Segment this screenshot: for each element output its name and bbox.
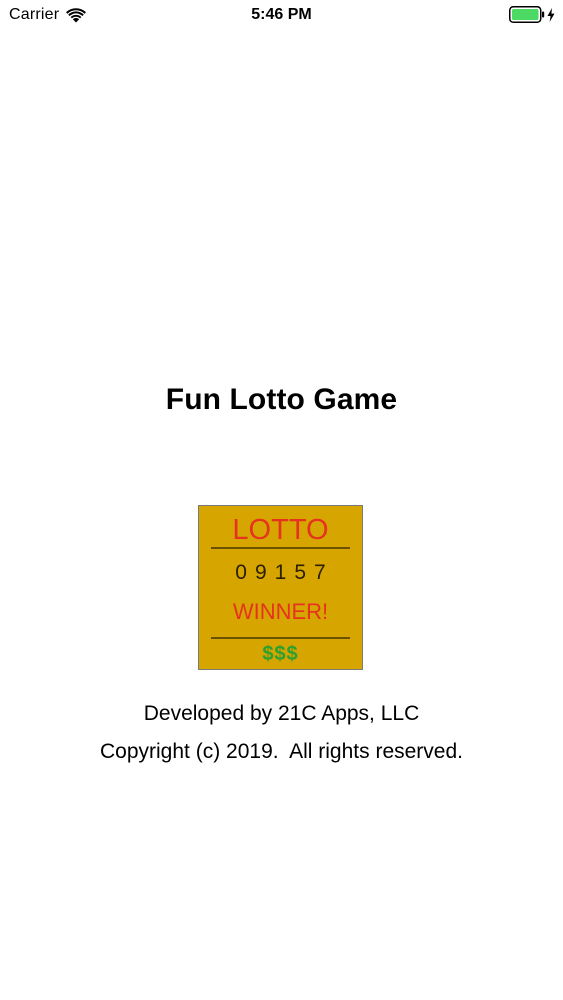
lotto-logo: LOTTO 09157 WINNER! $$$ [198, 505, 363, 670]
status-bar: Carrier 5:46 PM [0, 0, 563, 30]
logo-dollar-signs: $$$ [262, 643, 299, 665]
logo-divider-top [211, 547, 350, 549]
logo-lotto-numbers: 09157 [235, 561, 334, 584]
logo-lotto-text: LOTTO [232, 514, 329, 546]
charging-bolt-icon [547, 7, 555, 22]
logo-divider-bottom [211, 637, 350, 639]
developer-credit: Developed by 21C Apps, LLC [143, 702, 420, 725]
copyright-notice: Copyright (c) 2019. All rights reserved. [100, 740, 463, 763]
app-title: Fun Lotto Game [165, 383, 398, 416]
logo-winner-text: WINNER! [232, 599, 329, 624]
battery-icon [509, 6, 545, 23]
status-bar-right [509, 6, 555, 23]
status-bar-time: 5:46 PM [251, 6, 312, 23]
